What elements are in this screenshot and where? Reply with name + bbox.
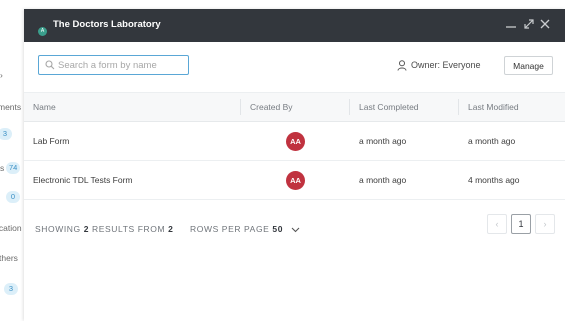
avatar: AA <box>286 171 305 190</box>
prev-page-button[interactable]: ‹ <box>487 214 507 234</box>
expand-button[interactable] <box>522 17 536 31</box>
column-header-created-by[interactable]: Created By <box>250 93 293 121</box>
column-header-last-modified[interactable]: Last Modified <box>468 93 519 121</box>
rows-per-page-label: ROWS PER PAGE <box>190 224 270 234</box>
results-prefix: SHOWING <box>35 224 81 234</box>
form-name[interactable]: Electronic TDL Tests Form <box>33 161 133 199</box>
background-sidebar-badge: 0 <box>6 191 20 203</box>
results-total: 2 <box>168 224 174 234</box>
close-button[interactable] <box>538 17 552 31</box>
search-box[interactable] <box>38 55 189 75</box>
forms-modal: A The Doctors Laboratory Search a form b… <box>24 9 565 321</box>
minimize-button[interactable] <box>504 17 518 31</box>
results-from-label: RESULTS FROM <box>92 224 166 234</box>
org-logo-icon: A <box>38 27 47 36</box>
background-sidebar-badge: 3 <box>4 283 18 295</box>
modal-header: A The Doctors Laboratory <box>24 9 565 42</box>
column-divider <box>458 99 459 115</box>
page-number-button[interactable]: 1 <box>511 214 531 234</box>
column-header-last-completed[interactable]: Last Completed <box>359 93 419 121</box>
form-name[interactable]: Lab Form <box>33 122 69 160</box>
rows-per-page-value: 50 <box>272 224 284 234</box>
minimize-icon <box>506 26 516 28</box>
table-row[interactable]: Electronic TDL Tests Form AA a month ago… <box>24 161 565 200</box>
last-modified: 4 months ago <box>468 175 520 185</box>
results-summary: SHOWING 2 RESULTS FROM 2 <box>35 224 174 234</box>
last-completed: a month ago <box>359 175 407 185</box>
background-sidebar-item[interactable]: thers <box>0 253 18 263</box>
manage-button[interactable]: Manage <box>504 56 553 75</box>
background-sidebar: › ments 3 s 74 0 ication thers 3 <box>0 0 24 321</box>
rows-per-page-dropdown[interactable]: ROWS PER PAGE 50 <box>190 224 300 234</box>
user-icon <box>397 60 407 71</box>
table-row[interactable]: Lab Form AA a month ago a month ago <box>24 122 565 161</box>
last-modified: a month ago <box>468 136 516 146</box>
results-count: 2 <box>83 224 90 234</box>
owner-filter-label: Owner: Everyone <box>411 60 481 70</box>
column-divider <box>349 99 350 115</box>
background-sidebar-item[interactable]: ments <box>0 102 21 112</box>
background-sidebar-item[interactable]: s <box>0 163 4 173</box>
background-sidebar-badge: 3 <box>0 128 12 140</box>
column-divider <box>240 99 241 115</box>
expand-icon <box>524 19 534 29</box>
search-icon <box>45 60 55 70</box>
modal-title: The Doctors Laboratory <box>53 19 161 30</box>
app-root: › ments 3 s 74 0 ication thers 3 A The D… <box>0 0 565 321</box>
background-sidebar-marker: › <box>0 70 3 80</box>
search-input[interactable] <box>58 58 184 72</box>
last-completed: a month ago <box>359 136 407 146</box>
next-page-button[interactable]: › <box>535 214 555 234</box>
background-sidebar-badge: 74 <box>6 162 21 174</box>
column-header-name[interactable]: Name <box>33 93 56 121</box>
background-sidebar-item[interactable]: ication <box>0 223 22 233</box>
table-header: Name Created By Last Completed Last Modi… <box>24 92 565 122</box>
chevron-down-icon <box>291 227 300 233</box>
close-icon <box>540 19 550 29</box>
avatar: AA <box>286 132 305 151</box>
